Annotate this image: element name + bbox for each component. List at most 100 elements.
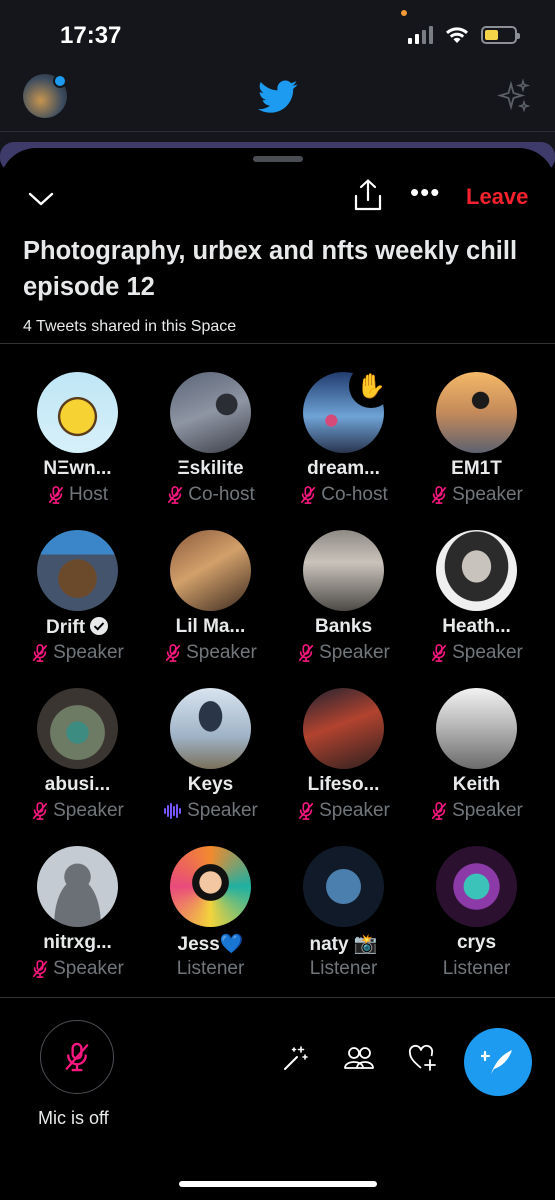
participant-role-text: Listener bbox=[176, 958, 245, 979]
participant-name-text: naty 📸 bbox=[309, 934, 378, 955]
mic-toggle-button[interactable] bbox=[40, 1020, 114, 1094]
participant-name-text: Banks bbox=[314, 616, 373, 637]
participant-role: Speaker bbox=[410, 642, 543, 664]
mic-off-icon bbox=[301, 486, 316, 504]
leave-button[interactable]: Leave bbox=[466, 184, 528, 210]
avatar-default[interactable] bbox=[37, 846, 118, 927]
mic-off-icon bbox=[165, 644, 181, 662]
participant-card[interactable]: ✋ dream... Co-host bbox=[277, 364, 410, 522]
participant-role: Listener bbox=[410, 958, 543, 980]
participant-card[interactable]: abusi... Speaker bbox=[11, 688, 144, 838]
mic-off-icon bbox=[32, 960, 48, 978]
avatar-night-city[interactable] bbox=[170, 372, 251, 453]
participant-name-text: Ξskilite bbox=[177, 458, 244, 479]
participant-name-text: Keys bbox=[187, 774, 234, 795]
participant-role-text: Speaker bbox=[53, 958, 124, 979]
mic-off-icon bbox=[431, 486, 447, 504]
participant-card[interactable]: Keith Speaker bbox=[410, 688, 543, 838]
more-options-icon[interactable]: ••• bbox=[410, 179, 440, 205]
participant-card[interactable]: Jess💙 Listener bbox=[144, 846, 277, 996]
privacy-indicator-dot bbox=[401, 10, 407, 16]
avatar-pixel[interactable] bbox=[37, 530, 118, 611]
participant-role: Speaker bbox=[11, 958, 144, 980]
participant-card[interactable]: crys Listener bbox=[410, 846, 543, 996]
mic-off-icon bbox=[168, 486, 183, 504]
avatar-canyon[interactable] bbox=[170, 530, 251, 611]
space-title: Photography, urbex and nfts weekly chill… bbox=[23, 237, 518, 301]
avatar-street-down[interactable] bbox=[37, 688, 118, 769]
sheet-grabber[interactable] bbox=[253, 156, 303, 162]
participant-name: naty 📸 bbox=[277, 932, 410, 956]
avatar-climber[interactable] bbox=[170, 688, 251, 769]
participant-role: Speaker bbox=[277, 800, 410, 822]
participant-card[interactable]: Lifeso... Speaker bbox=[277, 688, 410, 838]
participant-name-text: Keith bbox=[452, 774, 501, 795]
participant-name-text: Heath... bbox=[442, 616, 511, 637]
mic-off-icon bbox=[298, 802, 314, 820]
sparkle-icon[interactable] bbox=[497, 78, 531, 114]
participant-role-text: Listener bbox=[442, 958, 511, 979]
react-heart-plus-icon[interactable] bbox=[408, 1044, 438, 1072]
participant-card[interactable]: nitrxg... Speaker bbox=[11, 846, 144, 996]
participant-name: Lifeso... bbox=[277, 774, 410, 796]
participant-card[interactable]: Banks Speaker bbox=[277, 530, 410, 680]
twitter-bird-icon bbox=[258, 80, 298, 113]
compose-tweet-button[interactable] bbox=[464, 1028, 532, 1096]
participant-role: Listener bbox=[277, 958, 410, 980]
avatar-portrait-bw[interactable] bbox=[436, 530, 517, 611]
avatar-blue-portrait[interactable] bbox=[303, 846, 384, 927]
participant-card[interactable]: naty 📸 Listener bbox=[277, 846, 410, 996]
participant-name: Keys bbox=[144, 774, 277, 796]
participant-role-text: Speaker bbox=[452, 484, 523, 505]
avatar-sunset-city[interactable] bbox=[436, 372, 517, 453]
avatar-city-bw[interactable] bbox=[436, 688, 517, 769]
participant-role-text: Listener bbox=[309, 958, 378, 979]
participant-name-text: dream... bbox=[307, 458, 380, 479]
participant-card[interactable]: NΞwn... Host bbox=[11, 372, 144, 522]
participant-name: NΞwn... bbox=[11, 458, 144, 480]
participant-name: nitrxg... bbox=[11, 932, 144, 954]
effects-wand-icon[interactable] bbox=[282, 1044, 310, 1072]
participant-name: dream... bbox=[277, 458, 410, 480]
collapse-button[interactable] bbox=[24, 182, 58, 216]
participant-name-text: NΞwn... bbox=[43, 458, 112, 479]
participant-role-text: Co-host bbox=[321, 484, 388, 505]
raised-hand-icon: ✋ bbox=[349, 364, 393, 408]
mic-status-label: Mic is off bbox=[38, 1108, 109, 1128]
mic-off-icon bbox=[32, 644, 48, 662]
tweets-shared-link[interactable]: 4 Tweets shared in this Space bbox=[23, 318, 236, 336]
app-header bbox=[0, 70, 555, 132]
speaking-waveform-icon bbox=[164, 803, 182, 819]
participants-icon[interactable] bbox=[343, 1044, 375, 1072]
avatar-bridge-night[interactable] bbox=[303, 688, 384, 769]
participant-card[interactable]: Lil Ma... Speaker bbox=[144, 530, 277, 680]
share-icon[interactable] bbox=[352, 178, 384, 212]
participant-card[interactable]: Keys Speaker bbox=[144, 688, 277, 838]
participant-role: Co-host bbox=[144, 484, 277, 506]
participant-card[interactable]: Heath... Speaker bbox=[410, 530, 543, 680]
avatar-rooftop-edge[interactable] bbox=[303, 530, 384, 611]
avatar-creature[interactable] bbox=[436, 846, 517, 927]
mic-off-icon bbox=[65, 1042, 89, 1072]
participant-name-text: abusi... bbox=[44, 774, 111, 795]
avatar-cartoon[interactable] bbox=[37, 372, 118, 453]
participant-role-text: Speaker bbox=[53, 800, 124, 821]
space-top-actions: ••• Leave bbox=[0, 178, 555, 218]
mic-off-icon bbox=[48, 486, 64, 504]
participant-card[interactable]: Ξskilite Co-host bbox=[144, 372, 277, 522]
participant-role-text: Speaker bbox=[319, 800, 390, 821]
header-divider bbox=[0, 343, 555, 344]
status-bar: 17:37 bbox=[0, 0, 555, 70]
participant-name: Lil Ma... bbox=[144, 616, 277, 638]
bottom-controls: Mic is off bbox=[0, 1000, 555, 1200]
participant-role: Speaker bbox=[277, 642, 410, 664]
status-time: 17:37 bbox=[60, 22, 122, 49]
participant-card[interactable]: Drift Speaker bbox=[11, 530, 144, 680]
participant-name-text: Drift bbox=[45, 617, 86, 638]
participant-card[interactable]: EM1T Speaker bbox=[410, 372, 543, 522]
avatar-illustration[interactable] bbox=[170, 846, 251, 927]
participant-name-text: Lil Ma... bbox=[175, 616, 246, 637]
profile-avatar[interactable] bbox=[23, 74, 67, 118]
home-indicator[interactable] bbox=[179, 1181, 377, 1187]
participant-name-text: nitrxg... bbox=[43, 932, 112, 953]
